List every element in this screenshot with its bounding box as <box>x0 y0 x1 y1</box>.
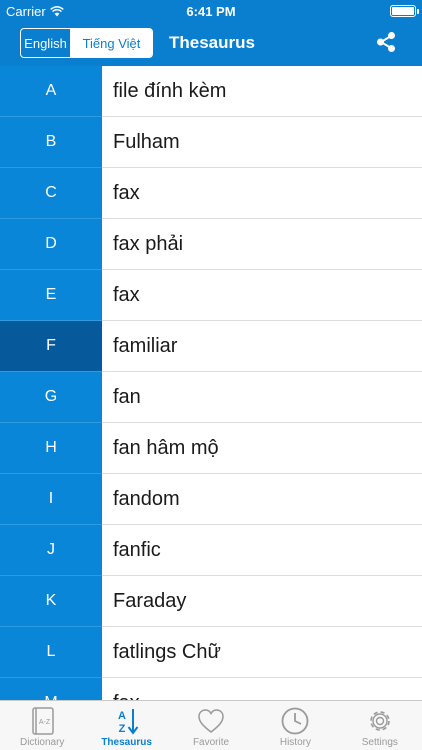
index-letter[interactable]: G <box>0 372 102 423</box>
battery-icon <box>390 5 419 17</box>
svg-text:A-Z: A-Z <box>39 719 51 726</box>
word-entry[interactable]: fax <box>102 168 422 219</box>
tab-label: History <box>279 737 311 748</box>
word-entry[interactable]: file đính kèm <box>102 66 422 117</box>
list-item[interactable]: J fanfic <box>0 525 422 576</box>
word-entry[interactable]: fanfic <box>102 525 422 576</box>
index-letter[interactable]: D <box>0 219 102 270</box>
heart-icon <box>198 709 224 733</box>
word-entry[interactable]: Faraday <box>102 576 422 627</box>
list-item[interactable]: I fandom <box>0 474 422 525</box>
list-item[interactable]: M fax <box>0 678 422 700</box>
index-letter[interactable]: J <box>0 525 102 576</box>
index-letter[interactable]: H <box>0 423 102 474</box>
language-segmented-control: English Tiếng Việt <box>20 28 153 58</box>
index-letter[interactable]: I <box>0 474 102 525</box>
word-entry[interactable]: fax <box>102 678 422 701</box>
word-entry[interactable]: Fulham <box>102 117 422 168</box>
tab-label: Thesaurus <box>101 737 152 748</box>
tab-label: Dictionary <box>19 737 65 748</box>
list-item[interactable]: K Faraday <box>0 576 422 627</box>
clock-icon <box>282 707 309 735</box>
list-item[interactable]: G fan <box>0 372 422 423</box>
battery-fill <box>392 7 414 15</box>
word-entry[interactable]: fandom <box>102 474 422 525</box>
share-icon[interactable] <box>375 31 397 53</box>
list-item[interactable]: H fan hâm mộ <box>0 423 422 474</box>
tab-bar: A-Z Dictionary A Z Thesaurus Favorite Hi… <box>0 700 422 750</box>
index-letter[interactable]: M <box>0 678 102 700</box>
index-letter[interactable]: K <box>0 576 102 627</box>
dictionary-book-icon: A-Z <box>32 707 54 735</box>
tab-history[interactable]: History <box>253 701 337 750</box>
tab-dictionary[interactable]: A-Z Dictionary <box>0 701 84 750</box>
sort-az-icon: A Z <box>118 709 138 735</box>
word-entry[interactable]: familiar <box>102 321 422 372</box>
tab-label: Settings <box>361 737 398 748</box>
index-letter[interactable]: A <box>0 66 102 117</box>
status-time: 6:41 PM <box>186 4 236 19</box>
word-entry[interactable]: fatlings Chữ <box>102 627 422 678</box>
word-entry[interactable]: fax <box>102 270 422 321</box>
segment-english[interactable]: English <box>21 29 71 57</box>
index-letter-active[interactable]: F <box>0 321 102 372</box>
list-item[interactable]: E fax <box>0 270 422 321</box>
list-item[interactable]: L fatlings Chữ <box>0 627 422 678</box>
list-item-selected[interactable]: F familiar <box>0 321 422 372</box>
svg-text:Z: Z <box>118 723 125 735</box>
tab-settings[interactable]: Settings <box>338 701 422 750</box>
index-letter[interactable]: E <box>0 270 102 321</box>
index-letter[interactable]: L <box>0 627 102 678</box>
index-letter[interactable]: C <box>0 168 102 219</box>
word-entry[interactable]: fan <box>102 372 422 423</box>
page-title: Thesaurus <box>169 33 255 52</box>
gear-icon <box>370 711 390 731</box>
app-header: Carrier 6:41 PM English Tiếng Việt Thesa… <box>0 0 422 66</box>
tab-thesaurus[interactable]: A Z Thesaurus <box>84 701 168 750</box>
word-list[interactable]: A file đính kèm B Fulham C fax D fax phả… <box>0 66 422 700</box>
list-item[interactable]: C fax <box>0 168 422 219</box>
list-item[interactable]: B Fulham <box>0 117 422 168</box>
svg-text:A: A <box>118 710 126 722</box>
index-letter[interactable]: B <box>0 117 102 168</box>
word-entry[interactable]: fax phải <box>102 219 422 270</box>
word-entry[interactable]: fan hâm mộ <box>102 423 422 474</box>
tab-label: Favorite <box>192 737 230 748</box>
status-bar: Carrier 6:41 PM <box>0 0 422 22</box>
segment-vietnamese[interactable]: Tiếng Việt <box>71 29 152 57</box>
list-item[interactable]: A file đính kèm <box>0 66 422 117</box>
list-item[interactable]: D fax phải <box>0 219 422 270</box>
tab-favorite[interactable]: Favorite <box>169 701 253 750</box>
